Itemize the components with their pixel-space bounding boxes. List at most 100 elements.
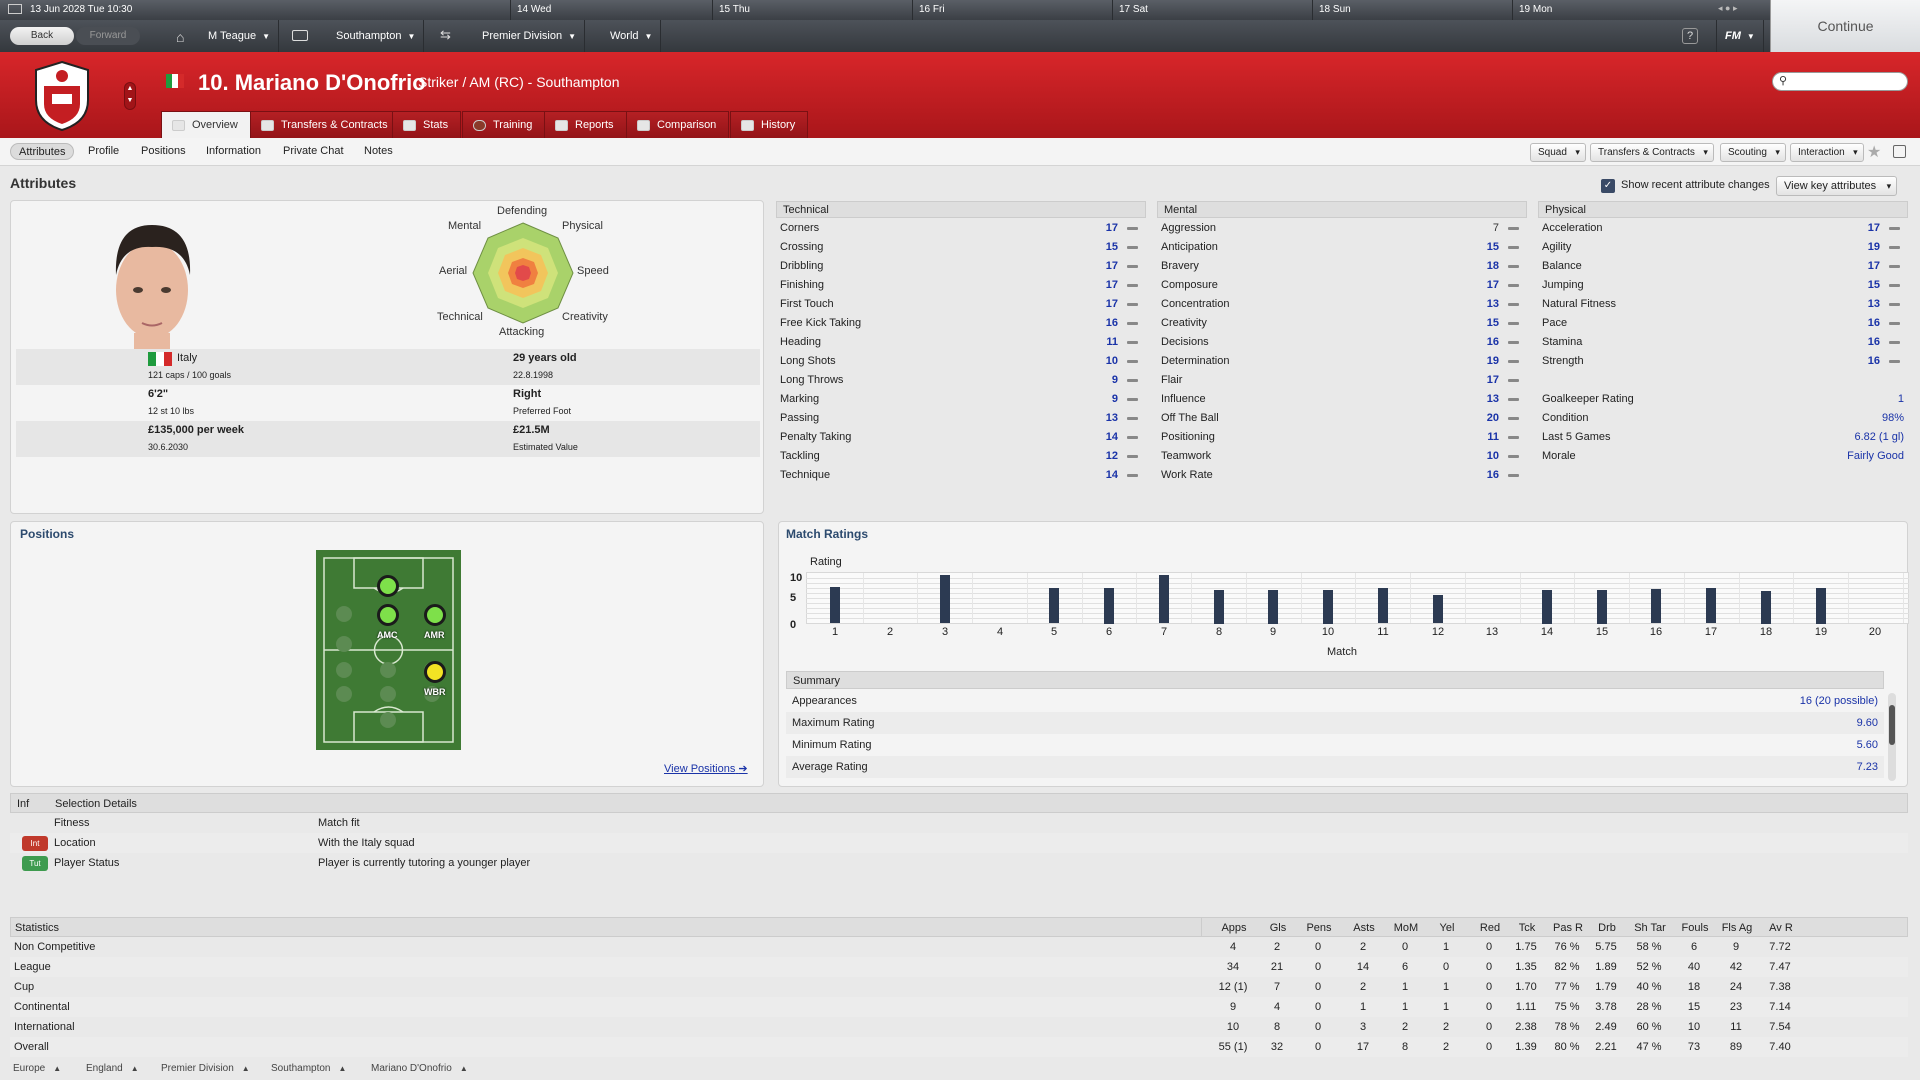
subtab-profile[interactable]: Profile <box>80 143 127 160</box>
view-positions-link[interactable]: View Positions ➔ <box>664 762 748 775</box>
statistics-column-header[interactable]: Sh Tar <box>1630 918 1670 938</box>
chart-bar[interactable] <box>1761 591 1771 624</box>
attribute-row[interactable]: Positioning 11 <box>1161 428 1527 447</box>
attribute-row[interactable]: Penalty Taking 14 <box>780 428 1146 447</box>
world-menu[interactable]: World ▼ <box>602 20 662 52</box>
attribute-row[interactable]: Heading 11 <box>780 333 1146 352</box>
chart-bar[interactable] <box>1049 588 1059 623</box>
chart-bar[interactable] <box>1104 588 1114 624</box>
competition-menu[interactable]: Premier Division ▼ <box>474 20 585 52</box>
attribute-row[interactable]: Pace 16 <box>1542 314 1908 333</box>
attribute-row[interactable]: Balance 17 <box>1542 257 1908 276</box>
day-slot[interactable]: 17 Sat <box>1112 0 1312 20</box>
statistics-column-header[interactable]: Red <box>1470 918 1510 938</box>
chart-bar[interactable] <box>1706 588 1716 623</box>
club-menu[interactable]: Southampton ▼ <box>328 20 425 52</box>
attribute-row[interactable]: Dribbling 17 <box>780 257 1146 276</box>
star-icon[interactable]: ★ <box>1867 142 1881 162</box>
tab-training[interactable]: Training <box>462 111 546 138</box>
attribute-row[interactable]: Passing 13 <box>780 409 1146 428</box>
transfers-contracts-menu[interactable]: Transfers & Contracts <box>1590 143 1714 162</box>
attribute-row[interactable]: Strength 16 <box>1542 352 1908 371</box>
breadcrumb-item[interactable]: Premier Division ▲ <box>161 1063 250 1074</box>
inbox-icon[interactable] <box>292 30 308 41</box>
statistics-column-header[interactable]: Drb <box>1588 918 1626 938</box>
attribute-row[interactable]: Bravery 18 <box>1161 257 1527 276</box>
attribute-row[interactable]: Flair 17 <box>1161 371 1527 390</box>
statistics-column-header[interactable]: Av R <box>1761 918 1801 938</box>
squad-menu[interactable]: Squad <box>1530 143 1586 162</box>
statistics-column-header[interactable]: Apps <box>1212 918 1256 938</box>
forward-button[interactable]: Forward <box>76 27 140 45</box>
attribute-row[interactable]: Decisions 16 <box>1161 333 1527 352</box>
breadcrumb-item[interactable]: Europe ▲ <box>13 1063 61 1074</box>
summary-scrollbar[interactable] <box>1888 693 1896 781</box>
tab-stats[interactable]: Stats <box>392 111 462 138</box>
scroll-arrows-icon[interactable]: ◂ ● ▸ <box>1718 3 1737 14</box>
chart-bar[interactable] <box>1433 595 1443 623</box>
statistics-column-header[interactable]: Tck <box>1508 918 1546 938</box>
chart-bar[interactable] <box>1159 575 1169 623</box>
breadcrumb-item[interactable]: Mariano D'Onofrio ▲ <box>371 1063 468 1074</box>
back-button[interactable]: Back <box>10 27 74 45</box>
attribute-row[interactable]: Crossing 15 <box>780 238 1146 257</box>
tab-transfers-contracts[interactable]: Transfers & Contracts <box>250 111 401 138</box>
subtab-information[interactable]: Information <box>198 143 269 160</box>
attribute-row[interactable]: Creativity 15 <box>1161 314 1527 333</box>
interaction-menu[interactable]: Interaction <box>1790 143 1864 162</box>
checkbox-checked-icon[interactable]: ✓ <box>1601 179 1615 193</box>
attribute-row[interactable]: Finishing 17 <box>780 276 1146 295</box>
chart-bar[interactable] <box>1816 588 1826 624</box>
attribute-row[interactable]: Anticipation 15 <box>1161 238 1527 257</box>
attribute-row[interactable]: Off The Ball 20 <box>1161 409 1527 428</box>
attribute-row[interactable]: Marking 9 <box>780 390 1146 409</box>
chart-bar[interactable] <box>1651 589 1661 623</box>
chart-bar[interactable] <box>1597 590 1607 624</box>
day-slot[interactable]: 16 Fri <box>912 0 1112 20</box>
attribute-row[interactable]: Tackling 12 <box>780 447 1146 466</box>
chart-bar[interactable] <box>1542 590 1552 624</box>
position-dot-amr[interactable] <box>424 604 446 626</box>
scrollbar-thumb[interactable] <box>1889 705 1895 745</box>
player-switch-arrows-icon[interactable]: ▲ ▼ <box>124 82 136 110</box>
attribute-row[interactable]: Influence 13 <box>1161 390 1527 409</box>
chart-bar[interactable] <box>1378 588 1388 623</box>
chart-bar[interactable] <box>940 575 950 623</box>
day-slot[interactable]: 18 Sun <box>1312 0 1512 20</box>
attribute-row[interactable]: Long Throws 9 <box>780 371 1146 390</box>
calendar-icon[interactable] <box>8 4 22 15</box>
nationality[interactable]: Italy <box>177 352 197 364</box>
statistics-column-header[interactable]: Pens <box>1299 918 1339 938</box>
manager-menu[interactable]: M Teague ▼ <box>200 20 280 52</box>
attribute-row[interactable]: Free Kick Taking 16 <box>780 314 1146 333</box>
position-dot-amc[interactable] <box>377 604 399 626</box>
statistics-column-header[interactable]: Fouls <box>1675 918 1715 938</box>
tab-comparison[interactable]: Comparison <box>626 111 730 138</box>
attribute-row[interactable]: Corners 17 <box>780 219 1146 238</box>
continue-button[interactable]: Continue <box>1770 0 1920 52</box>
statistics-column-header[interactable]: Pas R <box>1548 918 1588 938</box>
attribute-row[interactable]: Concentration 13 <box>1161 295 1527 314</box>
statistics-column-header[interactable]: Fls Ag <box>1717 918 1757 938</box>
attribute-row[interactable]: Teamwork 10 <box>1161 447 1527 466</box>
subtab-private-chat[interactable]: Private Chat <box>275 143 352 160</box>
home-icon[interactable]: ⌂ <box>176 29 184 45</box>
subtab-attributes[interactable]: Attributes <box>10 143 75 160</box>
attribute-row[interactable]: Determination 19 <box>1161 352 1527 371</box>
chart-bar[interactable] <box>1268 590 1278 624</box>
status-badge[interactable]: Int <box>22 836 48 851</box>
position-dot-st[interactable] <box>377 575 399 597</box>
subtab-positions[interactable]: Positions <box>133 143 194 160</box>
attribute-row[interactable]: Composure 17 <box>1161 276 1527 295</box>
help-icon[interactable]: ? <box>1682 28 1698 44</box>
attribute-row[interactable]: Work Rate 16 <box>1161 466 1527 485</box>
attribute-row[interactable]: Aggression 7 <box>1161 219 1527 238</box>
statistics-column-header[interactable]: MoM <box>1386 918 1426 938</box>
attribute-row[interactable]: First Touch 17 <box>780 295 1146 314</box>
statistics-column-header[interactable]: Asts <box>1344 918 1384 938</box>
swap-icon[interactable]: ⇆ <box>440 27 451 43</box>
breadcrumb-item[interactable]: Southampton ▲ <box>271 1063 346 1074</box>
day-slot[interactable]: 19 Mon <box>1512 0 1712 20</box>
attribute-row[interactable]: Agility 19 <box>1542 238 1908 257</box>
chart-bar[interactable] <box>830 587 840 623</box>
